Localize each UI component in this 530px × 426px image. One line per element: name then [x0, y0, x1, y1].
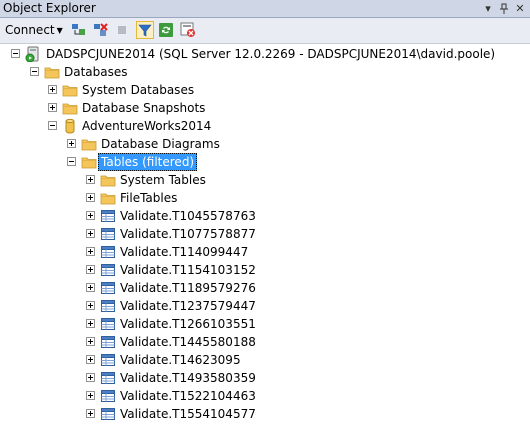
- close-icon[interactable]: ✕: [512, 0, 528, 17]
- folder-icon: [100, 193, 116, 205]
- expand-icon[interactable]: [86, 391, 95, 400]
- expand-icon[interactable]: [86, 175, 95, 184]
- tree-node-tables[interactable]: Tables (filtered): [0, 153, 530, 171]
- tree-node-database-snapshots[interactable]: Database Snapshots: [0, 99, 530, 117]
- tree-node-server[interactable]: DADSPCJUNE2014 (SQL Server 12.0.2269 - D…: [0, 45, 530, 63]
- object-explorer-tree: DADSPCJUNE2014 (SQL Server 12.0.2269 - D…: [0, 44, 530, 426]
- expand-icon[interactable]: [86, 319, 95, 328]
- table-icon: [101, 246, 115, 258]
- expand-icon[interactable]: [86, 337, 95, 346]
- table-label: Validate.T1522104463: [120, 389, 256, 403]
- tree-node-table[interactable]: Validate.T1554104577: [0, 405, 530, 423]
- table-label: Validate.T1189579276: [120, 281, 256, 295]
- folder-icon: [62, 85, 78, 97]
- tree-node-table[interactable]: Validate.T1266103551: [0, 315, 530, 333]
- tree-node-table[interactable]: Validate.T14623095: [0, 351, 530, 369]
- stop-icon[interactable]: [114, 22, 130, 38]
- tree-node-table[interactable]: Validate.T1493580359: [0, 369, 530, 387]
- folder-icon: [81, 139, 97, 151]
- folder-icon: [62, 103, 78, 115]
- tree-node-table[interactable]: Validate.T1045578763: [0, 207, 530, 225]
- table-icon: [101, 210, 115, 222]
- activity-monitor-icon[interactable]: [180, 22, 196, 38]
- refresh-icon[interactable]: [158, 22, 174, 38]
- expand-icon[interactable]: [86, 265, 95, 274]
- collapse-icon[interactable]: [48, 121, 57, 130]
- table-label: Validate.T1045578763: [120, 209, 256, 223]
- table-label: Validate.T14623095: [120, 353, 241, 367]
- table-label: Validate.T1554104577: [120, 407, 256, 421]
- table-icon: [101, 318, 115, 330]
- tree-node-table[interactable]: Validate.T1522104463: [0, 387, 530, 405]
- database-icon: [65, 118, 75, 134]
- panel-title: Object Explorer: [3, 1, 96, 15]
- collapse-icon[interactable]: [11, 49, 20, 58]
- database-diagrams-label: Database Diagrams: [101, 137, 220, 151]
- panel-title-bar: Object Explorer ▾ ✕: [0, 0, 530, 18]
- toolbar: Connect ▼: [0, 18, 530, 44]
- table-label: Validate.T1493580359: [120, 371, 256, 385]
- table-icon: [101, 282, 115, 294]
- collapse-icon[interactable]: [67, 157, 76, 166]
- table-label: Validate.T1266103551: [120, 317, 256, 331]
- expand-icon[interactable]: [86, 283, 95, 292]
- expand-icon[interactable]: [86, 373, 95, 382]
- system-tables-label: System Tables: [120, 173, 206, 187]
- disconnect-icon[interactable]: [92, 22, 108, 38]
- table-icon: [101, 264, 115, 276]
- tree-node-table[interactable]: Validate.T1445580188: [0, 333, 530, 351]
- tree-node-table[interactable]: Validate.T1154103152: [0, 261, 530, 279]
- tree-node-table[interactable]: Validate.T1189579276: [0, 279, 530, 297]
- table-label: Validate.T1445580188: [120, 335, 256, 349]
- expand-icon[interactable]: [86, 301, 95, 310]
- table-label: Validate.T114099447: [120, 245, 249, 259]
- tree-node-table[interactable]: Validate.T1237579447: [0, 297, 530, 315]
- folder-icon: [100, 175, 116, 187]
- connect-button[interactable]: Connect ▼: [5, 23, 63, 37]
- table-label: Validate.T1237579447: [120, 299, 256, 313]
- expand-icon[interactable]: [48, 103, 57, 112]
- expand-icon[interactable]: [86, 229, 95, 238]
- expand-icon[interactable]: [86, 409, 95, 418]
- tables-label: Tables (filtered): [98, 153, 198, 171]
- filter-icon[interactable]: [136, 21, 154, 39]
- pin-icon[interactable]: [496, 0, 512, 17]
- tree-node-adventureworks[interactable]: AdventureWorks2014: [0, 117, 530, 135]
- tree-node-system-databases[interactable]: System Databases: [0, 81, 530, 99]
- expand-icon[interactable]: [48, 85, 57, 94]
- table-icon: [101, 408, 115, 420]
- folder-icon: [81, 157, 97, 169]
- tree-node-system-tables[interactable]: System Tables: [0, 171, 530, 189]
- table-label: Validate.T1154103152: [120, 263, 256, 277]
- system-databases-label: System Databases: [82, 83, 195, 97]
- tree-node-table[interactable]: Validate.T1077578877: [0, 225, 530, 243]
- dropdown-icon[interactable]: ▾: [480, 0, 496, 17]
- databases-label: Databases: [64, 65, 128, 79]
- connect-label: Connect: [5, 23, 55, 37]
- table-icon: [101, 390, 115, 402]
- table-icon: [101, 228, 115, 240]
- expand-icon[interactable]: [86, 193, 95, 202]
- filetables-label: FileTables: [120, 191, 178, 205]
- expand-icon[interactable]: [86, 355, 95, 364]
- table-icon: [101, 354, 115, 366]
- server-label: DADSPCJUNE2014 (SQL Server 12.0.2269 - D…: [46, 47, 496, 61]
- expand-icon[interactable]: [67, 139, 76, 148]
- tree-node-table[interactable]: Validate.T114099447: [0, 243, 530, 261]
- expand-icon[interactable]: [86, 211, 95, 220]
- adventureworks-label: AdventureWorks2014: [82, 119, 212, 133]
- server-icon: [25, 46, 39, 62]
- collapse-icon[interactable]: [30, 67, 39, 76]
- expand-icon[interactable]: [86, 247, 95, 256]
- tree-node-databases[interactable]: Databases: [0, 63, 530, 81]
- table-label: Validate.T1077578877: [120, 227, 256, 241]
- tree-node-database-diagrams[interactable]: Database Diagrams: [0, 135, 530, 153]
- database-snapshots-label: Database Snapshots: [82, 101, 206, 115]
- connect-object-explorer-icon[interactable]: [70, 22, 86, 38]
- table-icon: [101, 336, 115, 348]
- folder-icon: [44, 67, 60, 79]
- tree-node-filetables[interactable]: FileTables: [0, 189, 530, 207]
- table-icon: [101, 300, 115, 312]
- table-icon: [101, 372, 115, 384]
